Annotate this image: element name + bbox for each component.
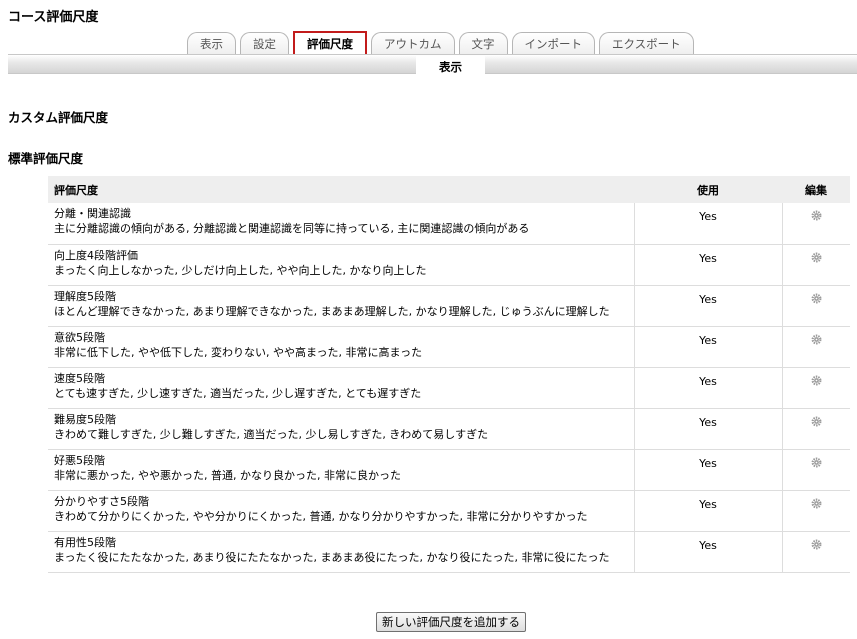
table-row: 好悪5段階 非常に悪かった, やや悪かった, 普通, かなり良かった, 非常に良… <box>48 449 850 491</box>
scale-name: 難易度5段階 <box>54 412 116 426</box>
scale-cell: 好悪5段階 非常に悪かった, やや悪かった, 普通, かなり良かった, 非常に良… <box>48 449 635 491</box>
scale-name: 分離・関連認識 <box>54 207 131 220</box>
scales-table: 評価尺度 使用 編集 分離・関連認識 主に分離認識の傾向がある, 分離認識と関連… <box>48 176 850 573</box>
gear-icon[interactable] <box>811 416 822 427</box>
gear-icon[interactable] <box>811 210 822 221</box>
scale-name: 好悪5段階 <box>54 453 105 467</box>
scale-items: ほとんど理解できなかった, あまり理解できなかった, まあまあ理解した, かなり… <box>54 304 610 318</box>
edit-cell <box>782 449 850 491</box>
used-cell: Yes <box>634 203 783 245</box>
scale-cell: 速度5段階 とても速すぎた, 少し速すぎた, 適当だった, 少し遅すぎた, とて… <box>48 367 635 409</box>
table-header-row: 評価尺度 使用 編集 <box>48 176 850 203</box>
scale-items: 主に分離認識の傾向がある, 分離認識と関連認識を同等に持っている, 主に関連認識… <box>54 222 530 235</box>
scale-name: 理解度5段階 <box>54 289 116 303</box>
subtab-view[interactable]: 表示 <box>416 56 485 76</box>
gear-icon[interactable] <box>811 457 822 468</box>
used-cell: Yes <box>634 244 783 286</box>
table-row: 意欲5段階 非常に低下した, やや低下した, 変わりない, やや高まった, 非常… <box>48 326 850 368</box>
used-cell: Yes <box>634 408 783 450</box>
add-scale-button[interactable]: 新しい評価尺度を追加する <box>376 612 526 632</box>
edit-cell <box>782 367 850 409</box>
edit-cell <box>782 244 850 286</box>
table-row: 分離・関連認識 主に分離認識の傾向がある, 分離認識と関連認識を同等に持っている… <box>48 203 850 245</box>
column-header-used: 使用 <box>634 176 782 203</box>
gear-icon[interactable] <box>811 334 822 345</box>
edit-cell <box>782 203 850 245</box>
edit-cell <box>782 531 850 573</box>
tab-outcomes[interactable]: アウトカム <box>371 32 455 54</box>
gear-icon[interactable] <box>811 293 822 304</box>
scale-name: 向上度4段階評価 <box>54 248 138 262</box>
scale-cell: 分かりやすさ5段階 きわめて分かりにくかった, やや分かりにくかった, 普通, … <box>48 490 635 532</box>
edit-cell <box>782 285 850 327</box>
scale-items: 非常に悪かった, やや悪かった, 普通, かなり良かった, 非常に良かった <box>54 468 401 482</box>
scale-items: まったく役にたたなかった, あまり役にたたなかった, まあまあ役にたった, かな… <box>54 550 610 564</box>
page-title: コース評価尺度 <box>8 10 99 25</box>
table-row: 理解度5段階 ほとんど理解できなかった, あまり理解できなかった, まあまあ理解… <box>48 285 850 327</box>
scale-items: 非常に低下した, やや低下した, 変わりない, やや高まった, 非常に高まった <box>54 345 423 359</box>
table-row: 分かりやすさ5段階 きわめて分かりにくかった, やや分かりにくかった, 普通, … <box>48 490 850 532</box>
tab-export[interactable]: エクスポート <box>599 32 694 54</box>
gear-icon[interactable] <box>811 375 822 386</box>
used-cell: Yes <box>634 367 783 409</box>
scale-name: 有用性5段階 <box>54 535 116 549</box>
scale-cell: 分離・関連認識 主に分離認識の傾向がある, 分離認識と関連認識を同等に持っている… <box>48 203 635 245</box>
scale-items: きわめて分かりにくかった, やや分かりにくかった, 普通, かなり分かりやすかっ… <box>54 509 588 523</box>
gear-icon[interactable] <box>811 498 822 509</box>
column-header-scale: 評価尺度 <box>48 176 634 203</box>
table-row: 向上度4段階評価 まったく向上しなかった, 少しだけ向上した, やや向上した, … <box>48 244 850 286</box>
edit-cell <box>782 326 850 368</box>
used-cell: Yes <box>634 285 783 327</box>
used-cell: Yes <box>634 326 783 368</box>
scale-name: 分かりやすさ5段階 <box>54 494 149 508</box>
edit-cell <box>782 490 850 532</box>
table-row: 難易度5段階 きわめて難しすぎた, 少し難しすぎた, 適当だった, 少し易しすぎ… <box>48 408 850 450</box>
scale-items: とても速すぎた, 少し速すぎた, 適当だった, 少し遅すぎた, とても遅すぎた <box>54 386 422 400</box>
scale-name: 速度5段階 <box>54 371 105 385</box>
scale-cell: 理解度5段階 ほとんど理解できなかった, あまり理解できなかった, まあまあ理解… <box>48 285 635 327</box>
column-header-edit: 編集 <box>782 176 850 203</box>
tab-letters[interactable]: 文字 <box>458 32 508 54</box>
used-cell: Yes <box>634 449 783 491</box>
used-cell: Yes <box>634 531 783 573</box>
tab-import[interactable]: インポート <box>511 32 595 54</box>
tab-settings[interactable]: 設定 <box>240 32 289 54</box>
used-cell: Yes <box>634 490 783 532</box>
scale-cell: 意欲5段階 非常に低下した, やや低下した, 変わりない, やや高まった, 非常… <box>48 326 635 368</box>
scale-name: 意欲5段階 <box>54 330 105 344</box>
table-row: 有用性5段階 まったく役にたたなかった, あまり役にたたなかった, まあまあ役に… <box>48 531 850 573</box>
table-row: 速度5段階 とても速すぎた, 少し速すぎた, 適当だった, 少し遅すぎた, とて… <box>48 367 850 409</box>
scale-cell: 向上度4段階評価 まったく向上しなかった, 少しだけ向上した, やや向上した, … <box>48 244 635 286</box>
edit-cell <box>782 408 850 450</box>
standard-scales-heading: 標準評価尺度 <box>8 151 84 166</box>
scale-items: きわめて難しすぎた, 少し難しすぎた, 適当だった, 少し易しすぎた, きわめて… <box>54 427 489 441</box>
scale-cell: 有用性5段階 まったく役にたたなかった, あまり役にたたなかった, まあまあ役に… <box>48 531 635 573</box>
custom-scales-heading: カスタム評価尺度 <box>8 110 109 125</box>
scale-items: まったく向上しなかった, 少しだけ向上した, やや向上した, かなり向上した <box>54 263 427 277</box>
gear-icon[interactable] <box>811 252 822 263</box>
gear-icon[interactable] <box>811 539 822 550</box>
tab-bar: 表示 設定 評価尺度 アウトカム 文字 インポート エクスポート <box>187 31 694 57</box>
tab-view[interactable]: 表示 <box>187 32 236 54</box>
scale-cell: 難易度5段階 きわめて難しすぎた, 少し難しすぎた, 適当だった, 少し易しすぎ… <box>48 408 635 450</box>
